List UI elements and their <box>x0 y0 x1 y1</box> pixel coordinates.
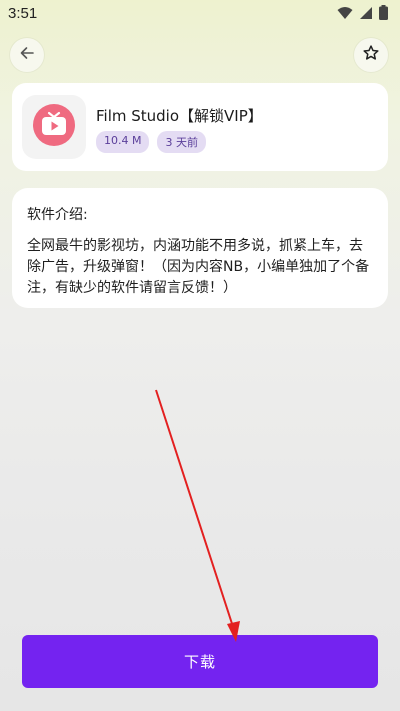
signal-icon <box>359 6 373 20</box>
battery-icon <box>379 5 388 20</box>
size-badge: 10.4 M <box>96 131 150 153</box>
arrow-left-icon <box>19 45 35 65</box>
status-time: 3:51 <box>8 5 38 22</box>
updated-badge: 3 天前 <box>157 131 206 153</box>
back-button[interactable] <box>10 38 44 72</box>
app-title: Film Studio【解锁VIP】 <box>96 107 263 125</box>
wifi-icon <box>337 6 353 20</box>
app-tags: 10.4 M 3 天前 <box>96 131 206 153</box>
description-heading: 软件介绍: <box>27 207 88 223</box>
description-body: 全网最牛的影视坊，内涵功能不用多说，抓紧上车，去除广告，升级弹窗！（因为内容NB… <box>27 238 370 296</box>
status-bar: 3:51 <box>0 0 400 28</box>
star-outline-icon <box>362 44 380 66</box>
description-card: 软件介绍: 全网最牛的影视坊，内涵功能不用多说，抓紧上车，去除广告，升级弹窗！（… <box>12 188 388 308</box>
status-icons <box>337 5 388 20</box>
favorite-button[interactable] <box>354 38 388 72</box>
app-info-card: Film Studio【解锁VIP】 10.4 M 3 天前 <box>12 83 388 171</box>
film-play-icon <box>32 103 76 151</box>
app-icon <box>22 95 86 159</box>
download-button[interactable]: 下载 <box>22 635 378 688</box>
